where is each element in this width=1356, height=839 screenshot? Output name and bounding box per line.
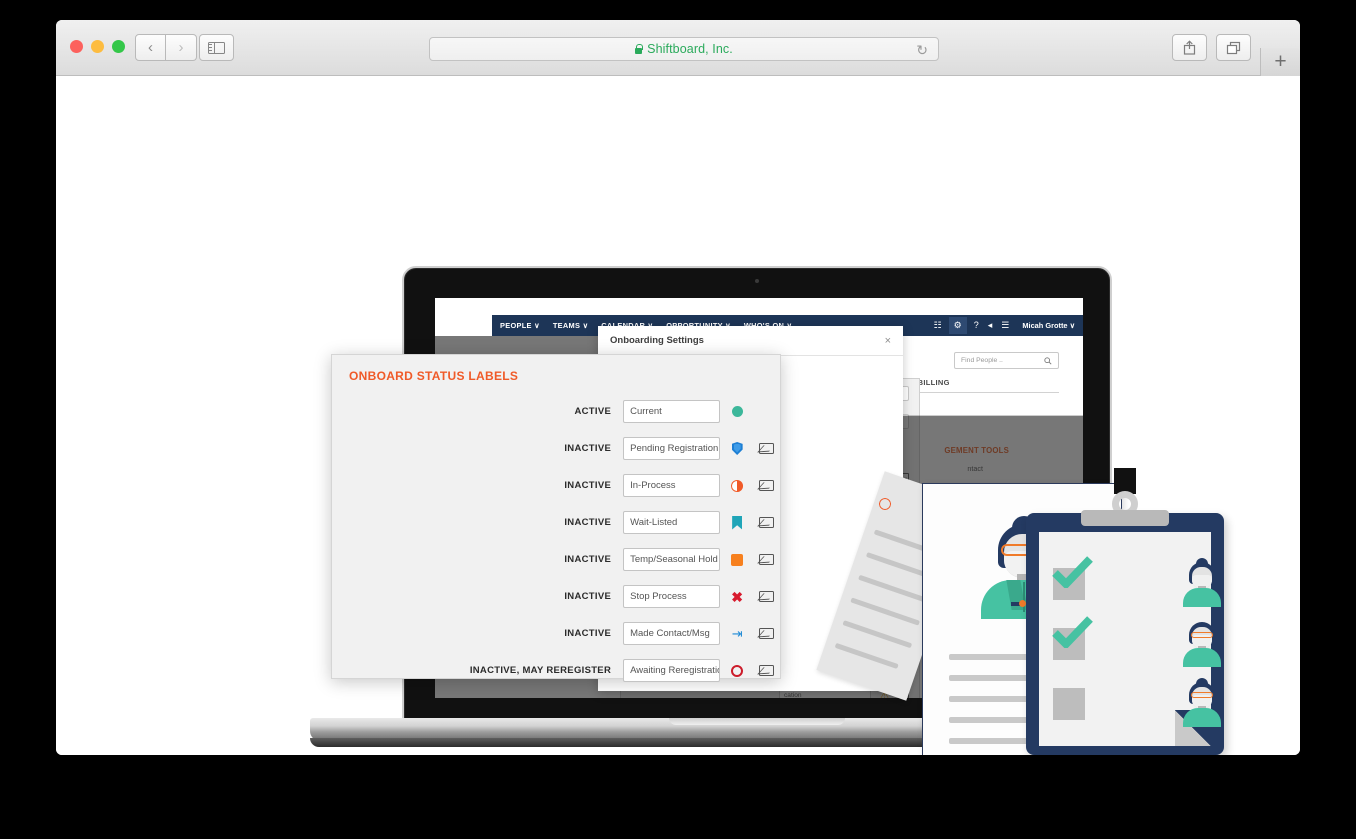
table-row: INACTIVE Pending Registration [332,430,780,467]
email-icon[interactable] [754,628,780,639]
user-menu[interactable]: Micah Grotte ∨ [1022,321,1075,330]
onboard-status-labels-panel: ONBOARD STATUS LABELS ACTIVE Current INA… [331,354,781,682]
navigation-buttons: ‹ › [135,34,197,61]
clipboard-clamp [1081,510,1169,526]
status-label: INACTIVE [564,554,612,565]
laptop-camera [755,279,759,283]
email-icon[interactable] [754,554,780,565]
email-icon[interactable] [754,480,780,491]
nav-item-teams[interactable]: TEAMS ∨ [553,321,588,330]
status-name-input[interactable]: Temp/Seasonal Hold [623,548,720,571]
status-label: ACTIVE [574,406,612,417]
half-circle-icon[interactable] [727,479,748,492]
help-icon[interactable]: ? [974,321,979,330]
gear-icon[interactable]: ⚙ [948,317,967,334]
clipboard-sheet [1039,532,1221,746]
megaphone-icon[interactable]: ◂ [988,321,993,330]
checklist-item[interactable] [1053,674,1223,734]
window-controls[interactable] [70,40,125,53]
table-row: INACTIVE Made Contact/Msg ⇥ [332,615,780,652]
status-label: INACTIVE [564,628,612,639]
maximize-window-button[interactable] [112,40,125,53]
status-name-input[interactable]: Made Contact/Msg [623,622,720,645]
search-input[interactable]: Find People .. [954,352,1059,369]
back-button[interactable]: ‹ [135,34,166,61]
table-row: INACTIVE Temp/Seasonal Hold [332,541,780,578]
share-icon [1183,40,1196,55]
reload-button[interactable]: ↻ [916,42,928,59]
dot-icon[interactable] [727,406,748,417]
status-name-input[interactable]: Pending Registration [623,437,720,460]
status-label: INACTIVE [564,443,612,454]
table-row: INACTIVE In-Process [332,467,780,504]
panel-title: ONBOARD STATUS LABELS [349,369,519,383]
tabs-icon [1226,41,1241,54]
address-bar-text: Shiftboard, Inc. [635,40,733,58]
status-label: INACTIVE [564,591,612,602]
check-icon [1052,556,1093,588]
tab-billing[interactable]: BILLING [918,378,950,387]
avatar [1181,622,1223,667]
status-name-input[interactable]: Stop Process [623,585,720,608]
modal-header: Onboarding Settings × [598,326,903,356]
modal-title: Onboarding Settings [610,335,704,346]
minimize-window-button[interactable] [91,40,104,53]
table-row: INACTIVE Wait-Listed [332,504,780,541]
status-label-rows: ACTIVE Current INACTIVE Pending Registra… [332,393,780,689]
status-name-input[interactable]: Awaiting Reregistratio [623,659,720,682]
nav-icon-group: ☷ ⚙ ? ◂ ☰ [934,317,1009,334]
checklist-item[interactable] [1052,614,1223,674]
email-icon[interactable] [754,517,780,528]
x-icon[interactable]: ✖ [727,590,748,604]
onboarding-checklist-clipboard [1026,468,1224,755]
avatar [1181,558,1223,607]
status-label: INACTIVE, MAY REREGISTER [469,665,612,676]
avatar [1181,678,1223,727]
onboarding-illustration [816,461,1236,755]
email-icon[interactable] [754,665,780,676]
document-icon[interactable]: ☷ [934,321,942,330]
square-icon[interactable] [727,553,748,566]
table-row: INACTIVE, MAY REREGISTER Awaiting Reregi… [332,652,780,689]
show-all-tabs-button[interactable] [1216,34,1251,61]
browser-window: ‹ › Shiftboard, Inc. ↻ + PEOPLE ∨ TEAMS … [56,20,1300,755]
share-button[interactable] [1172,34,1207,61]
browser-titlebar: ‹ › Shiftboard, Inc. ↻ + [56,20,1300,76]
status-name-input[interactable]: Wait-Listed [623,511,720,534]
status-name-input[interactable]: Current [623,400,720,423]
bookmark-icon[interactable] [727,515,748,530]
checkbox-checked[interactable] [1052,556,1093,600]
table-row: ACTIVE Current [332,393,780,430]
ring-icon[interactable] [727,664,748,677]
close-icon[interactable]: × [885,335,891,347]
checkbox-checked[interactable] [1052,616,1093,660]
checkbox-unchecked[interactable] [1053,688,1085,720]
screenshot-stage: ‹ › Shiftboard, Inc. ↻ + PEOPLE ∨ TEAMS … [0,0,1356,839]
browser-viewport: PEOPLE ∨ TEAMS ∨ CALENDAR ∨ OPPORTUNITY … [56,76,1300,755]
email-icon[interactable] [754,443,780,454]
shield-icon[interactable] [727,442,748,455]
nav-item-people[interactable]: PEOPLE ∨ [500,321,540,330]
check-icon [1052,616,1093,648]
sidebar-toggle-button[interactable] [199,34,234,61]
toolbar-right [1172,34,1251,61]
checklist-item[interactable] [1052,554,1223,614]
search-placeholder: Find People .. [961,357,1003,364]
lock-icon [635,44,643,54]
new-tab-button[interactable]: + [1260,48,1300,76]
table-row: INACTIVE Stop Process ✖ [332,578,780,615]
folder-icon[interactable]: ☰ [1001,321,1009,330]
status-label: INACTIVE [564,517,612,528]
forward-button[interactable]: › [166,34,197,61]
address-bar[interactable]: Shiftboard, Inc. ↻ [429,37,939,61]
status-name-input[interactable]: In-Process [623,474,720,497]
search-icon [1044,356,1052,365]
signout-icon[interactable]: ⇥ [727,627,748,640]
sidebar-icon [208,41,225,54]
close-window-button[interactable] [70,40,83,53]
status-label: INACTIVE [564,480,612,491]
email-icon[interactable] [754,591,780,602]
